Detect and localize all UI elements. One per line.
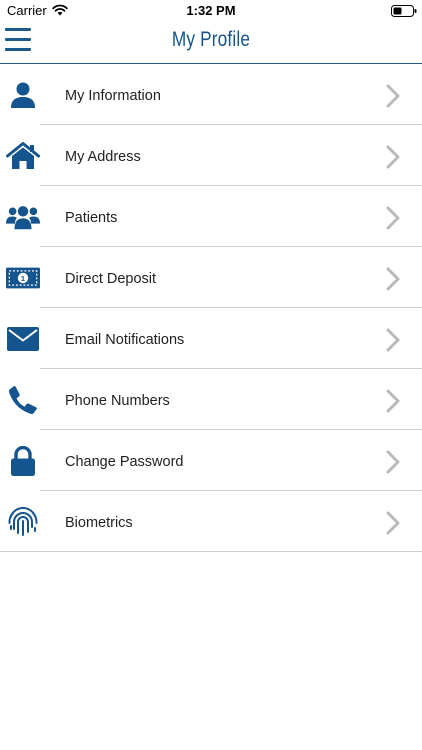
row-divider [0, 551, 422, 552]
chevron-right-icon [386, 511, 400, 535]
menu-item-patients[interactable]: Patients [0, 186, 422, 247]
fingerprint-icon [6, 507, 40, 537]
status-bar: Carrier 1:32 PM [0, 0, 422, 22]
profile-screen: Carrier 1:32 PM My Profile My Informatio… [0, 0, 422, 750]
hamburger-icon [5, 28, 31, 31]
menu-item-phone-numbers[interactable]: Phone Numbers [0, 369, 422, 430]
lock-icon [6, 446, 40, 476]
menu-item-label: My Information [65, 88, 161, 104]
battery-icon [391, 5, 417, 17]
menu-item-label: Phone Numbers [65, 393, 170, 409]
svg-text:1: 1 [21, 274, 25, 283]
page-title: My Profile [171, 28, 251, 51]
menu-item-direct-deposit[interactable]: 1 Direct Deposit [0, 247, 422, 308]
menu-item-label: Biometrics [65, 515, 133, 531]
chevron-right-icon [386, 267, 400, 291]
menu-item-label: My Address [65, 149, 141, 165]
menu-item-email-notifications[interactable]: Email Notifications [0, 308, 422, 369]
menu-item-change-password[interactable]: Change Password [0, 430, 422, 491]
chevron-right-icon [386, 206, 400, 230]
menu-item-my-information[interactable]: My Information [0, 64, 422, 125]
chevron-right-icon [386, 328, 400, 352]
chevron-right-icon [386, 84, 400, 108]
envelope-icon [6, 324, 40, 354]
menu-item-label: Patients [65, 210, 118, 226]
user-icon [6, 80, 40, 110]
status-time: 1:32 PM [186, 3, 236, 18]
profile-menu-list: My Information My Address Patients 1 Dir… [0, 64, 422, 552]
group-icon [6, 202, 40, 232]
hamburger-line [5, 48, 31, 51]
hamburger-menu-button[interactable] [5, 28, 31, 52]
menu-item-label: Change Password [65, 454, 184, 470]
home-icon [6, 141, 40, 171]
menu-item-biometrics[interactable]: Biometrics [0, 491, 422, 552]
nav-bar: My Profile [0, 22, 422, 64]
chevron-right-icon [386, 450, 400, 474]
chevron-right-icon [386, 145, 400, 169]
menu-item-label: Email Notifications [65, 332, 185, 348]
menu-item-label: Direct Deposit [65, 271, 157, 287]
hamburger-line [5, 38, 31, 41]
money-icon: 1 [6, 263, 40, 293]
chevron-right-icon [386, 389, 400, 413]
menu-item-my-address[interactable]: My Address [0, 125, 422, 186]
phone-icon [6, 385, 40, 415]
